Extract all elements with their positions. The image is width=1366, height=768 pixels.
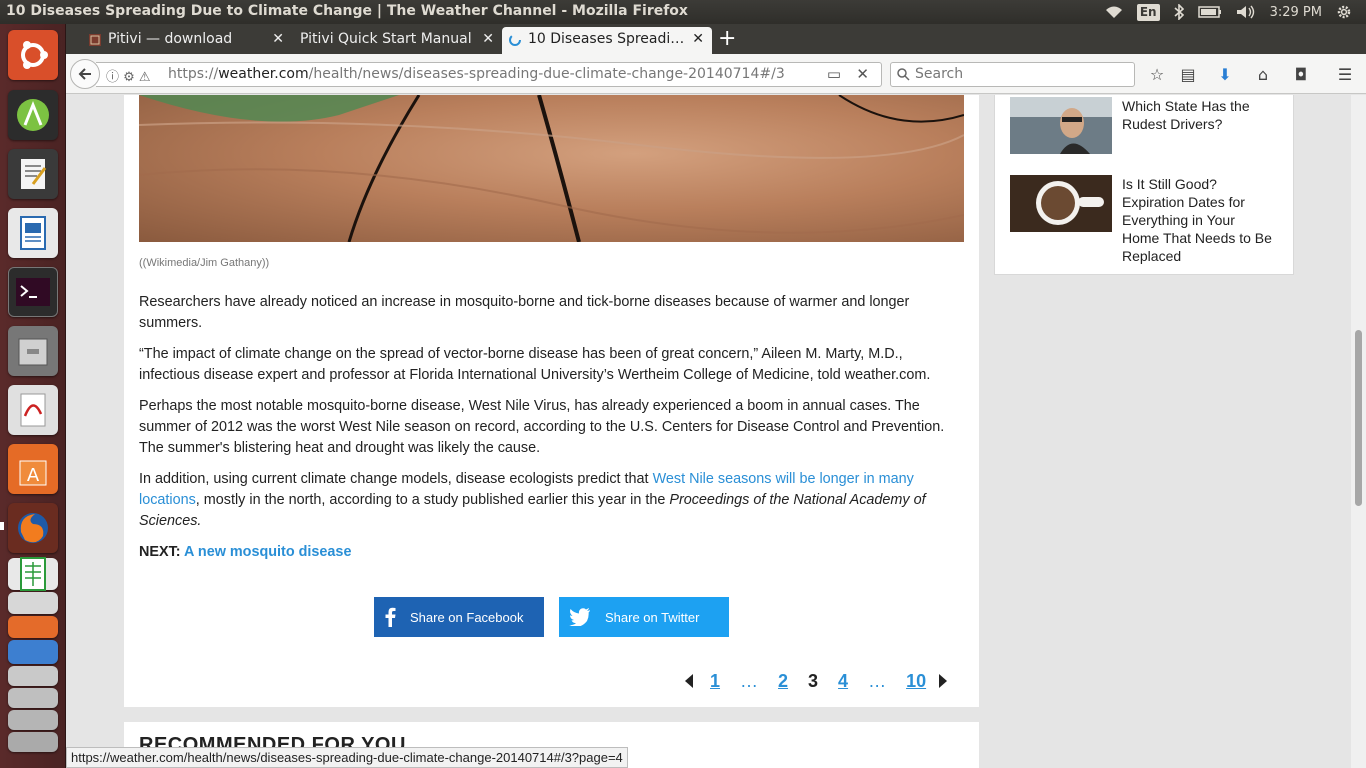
wifi-icon[interactable] [1105,5,1123,19]
back-button[interactable] [70,59,100,89]
keyboard-layout-indicator[interactable]: En [1136,3,1160,21]
reader-view-icon[interactable]: ▭ [827,65,841,83]
unity-launcher: A [0,24,66,768]
driver-thumbnail [1010,97,1112,154]
pagination: 1 … 2 3 4 … 10 [684,667,948,695]
pocket-icon[interactable]: ◘ [1291,64,1311,84]
twitter-icon [569,608,590,626]
document-viewer-icon[interactable] [8,385,58,435]
back-arrow-icon [78,68,91,80]
page-current-3: 3 [808,670,819,691]
tab-pitivi-download[interactable]: Pitivi — download ✕ [82,27,292,54]
search-placeholder: Search [915,66,964,82]
next-article-link[interactable]: A new mosquito disease [184,544,351,560]
window-title: 10 Diseases Spreading Due to Climate Cha… [6,3,688,19]
libreoffice-writer-icon[interactable] [8,208,58,258]
text-editor-icon[interactable] [8,149,58,199]
clock[interactable]: 3:29 PM [1270,5,1322,20]
article-card: ((Wikimedia/Jim Gathany)) Researchers ha… [124,95,979,707]
android-studio-icon[interactable] [8,90,58,140]
paragraph: “The impact of climate change on the spr… [139,346,931,383]
share-twitter-label: Share on Twitter [605,609,700,625]
share-facebook-button[interactable]: Share on Facebook [374,597,544,637]
url-bar[interactable]: ⓘ ⚙ ⚠ https://weather.com/health/news/di… [96,62,882,87]
url-text[interactable]: https://weather.com/health/news/diseases… [168,66,785,82]
article-body: Researchers have already noticed an incr… [139,292,964,563]
share-facebook-label: Share on Facebook [410,609,524,625]
sidebar-item-title: Is It Still Good? Expiration Dates for E… [1122,176,1272,264]
os-top-bar: 10 Diseases Spreading Due to Climate Cha… [0,0,1366,24]
page-ellipsis[interactable]: … [868,671,886,692]
new-tab-button[interactable]: + [718,26,736,51]
sidebar-card: Which State Has the Rudest Drivers? Is I… [994,95,1294,275]
home-icon[interactable]: ⌂ [1253,64,1273,84]
scrollbar-thumb[interactable] [1355,330,1362,506]
next-page-icon[interactable] [938,674,948,688]
ubuntu-dash-icon[interactable] [8,30,58,80]
running-indicator [0,522,4,530]
files-icon[interactable] [8,326,58,376]
paragraph: In addition, using current climate chang… [139,471,926,529]
coffee-thumbnail [1010,175,1112,232]
close-icon[interactable]: ✕ [692,31,704,47]
sidebar-item-rudest-drivers[interactable]: Which State Has the Rudest Drivers? [1010,97,1280,157]
tab-label: Pitivi Quick Start Manual [300,31,472,47]
bookmark-star-icon[interactable]: ☆ [1147,64,1167,84]
page-scrollbar[interactable] [1351,95,1366,768]
page-link-10[interactable]: 10 [906,671,926,692]
tab-strip: Pitivi — download ✕ Pitivi Quick Start M… [66,24,1366,54]
page-link-2[interactable]: 2 [778,671,788,692]
mosquito-illustration [139,95,964,242]
sidebar-item-title: Which State Has the Rudest Drivers? [1122,98,1250,132]
terminal-icon[interactable] [8,267,58,317]
paragraph: Researchers have already noticed an incr… [139,294,910,331]
search-icon [897,68,910,81]
facebook-icon [385,607,396,627]
share-twitter-button[interactable]: Share on Twitter [559,597,729,637]
software-center-stacked-icon[interactable] [8,616,58,638]
stacked-app-icon[interactable] [8,666,58,686]
volume-icon[interactable] [1236,5,1256,19]
system-tray: En 3:29 PM [1105,0,1366,24]
downloads-icon[interactable]: ⬇ [1215,64,1235,84]
mosquito-hero-image [139,95,964,242]
software-center-icon[interactable]: A [8,444,58,494]
videos-icon[interactable] [8,640,58,664]
close-icon[interactable]: ✕ [272,31,284,47]
trash-icon[interactable] [8,732,58,752]
page-viewport: ((Wikimedia/Jim Gathany)) Researchers ha… [66,95,1351,768]
svg-text:A: A [27,465,40,486]
page-link-4[interactable]: 4 [838,671,848,692]
search-input[interactable]: Search [890,62,1135,87]
next-section: NEXT: A new mosquito disease [139,544,352,560]
loading-icon [509,34,521,46]
sidebar-item-expiration-dates[interactable]: Is It Still Good? Expiration Dates for E… [1010,175,1280,265]
navigation-toolbar: ⓘ ⚙ ⚠ https://weather.com/health/news/di… [66,54,1366,94]
amazon-icon[interactable] [8,592,58,614]
libreoffice-calc-icon[interactable] [8,557,58,591]
site-info-icon[interactable]: ⓘ ⚙ ⚠ [106,66,151,85]
tab-pitivi-manual[interactable]: Pitivi Quick Start Manual ✕ [292,27,502,54]
tab-label: 10 Diseases Spreadi… [528,31,685,47]
stacked-app-icon[interactable] [8,710,58,730]
image-caption: ((Wikimedia/Jim Gathany)) [139,257,270,269]
paragraph: Perhaps the most notable mosquito-borne … [139,398,945,456]
tab-climate-diseases[interactable]: 10 Diseases Spreadi… ✕ [502,27,712,54]
menu-icon[interactable]: ☰ [1335,64,1355,84]
firefox-icon[interactable] [8,503,58,553]
pitivi-icon [89,34,101,46]
stacked-app-icon[interactable] [8,688,58,708]
previous-page-icon[interactable] [684,674,694,688]
battery-icon[interactable] [1197,6,1222,18]
stop-icon[interactable]: ✕ [856,65,869,83]
page-ellipsis[interactable]: … [740,671,758,692]
page-link-1[interactable]: 1 [710,671,720,692]
bluetooth-icon[interactable] [1174,4,1184,20]
gear-icon[interactable] [1336,4,1352,20]
tab-label: Pitivi — download [108,31,233,47]
close-icon[interactable]: ✕ [482,31,494,47]
link-status-bar: https://weather.com/health/news/diseases… [66,747,628,768]
bookmarks-menu-icon[interactable]: ▤ [1178,64,1198,84]
